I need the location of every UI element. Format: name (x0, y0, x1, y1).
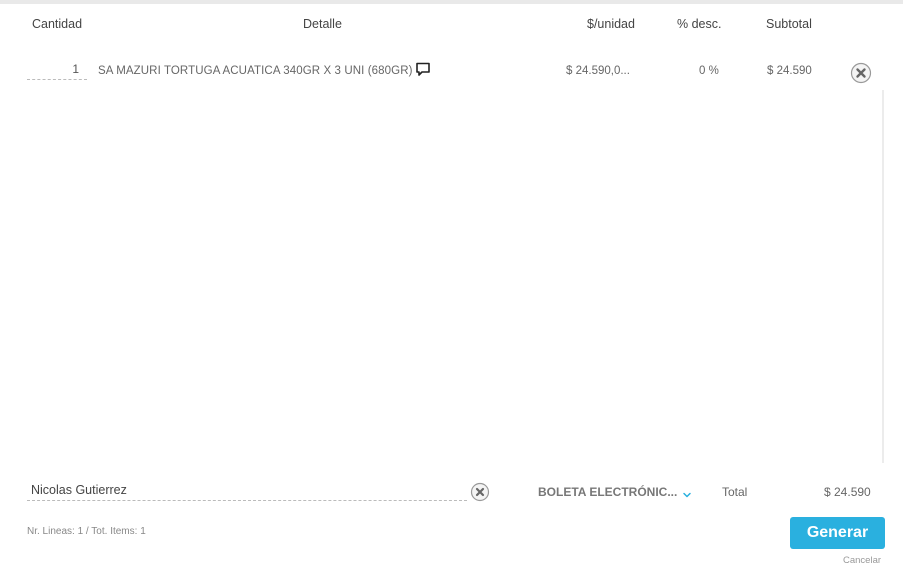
cancel-link[interactable]: Cancelar (843, 555, 881, 566)
unit-price[interactable]: $ 24.590,0... (566, 65, 630, 77)
discount[interactable]: 0 % (699, 65, 719, 77)
column-header-cantidad: Cantidad (32, 17, 83, 31)
line-item-counts: Nr. Lineas: 1 / Tot. Items: 1 (27, 526, 146, 537)
table-header: Cantidad Detalle $/unidad % desc. Subtot… (0, 17, 903, 33)
document-type-select[interactable]: BOLETA ELECTRÓNIC... (538, 485, 677, 499)
column-header-discount: % desc. (677, 17, 722, 31)
comment-icon[interactable] (415, 62, 431, 77)
chevron-down-icon[interactable] (682, 487, 692, 498)
total-label: Total (722, 485, 748, 499)
remove-row-icon[interactable] (850, 62, 872, 84)
quantity-input[interactable]: 1 (27, 62, 87, 80)
customer-input[interactable] (27, 480, 467, 501)
row-subtotal: $ 24.590 (767, 65, 812, 77)
table-row: 1 SA MAZURI TORTUGA ACUATICA 340GR X 3 U… (0, 62, 903, 84)
generate-button[interactable]: Generar (790, 517, 885, 549)
top-divider (0, 0, 903, 4)
column-header-unit-price: $/unidad (587, 17, 635, 31)
total-value: $ 24.590 (824, 485, 871, 499)
item-detail: SA MAZURI TORTUGA ACUATICA 340GR X 3 UNI… (98, 65, 413, 77)
column-header-subtotal: Subtotal (766, 17, 812, 31)
column-header-detalle: Detalle (303, 17, 342, 31)
clear-customer-icon[interactable] (470, 482, 490, 502)
scrollbar[interactable] (882, 90, 884, 463)
